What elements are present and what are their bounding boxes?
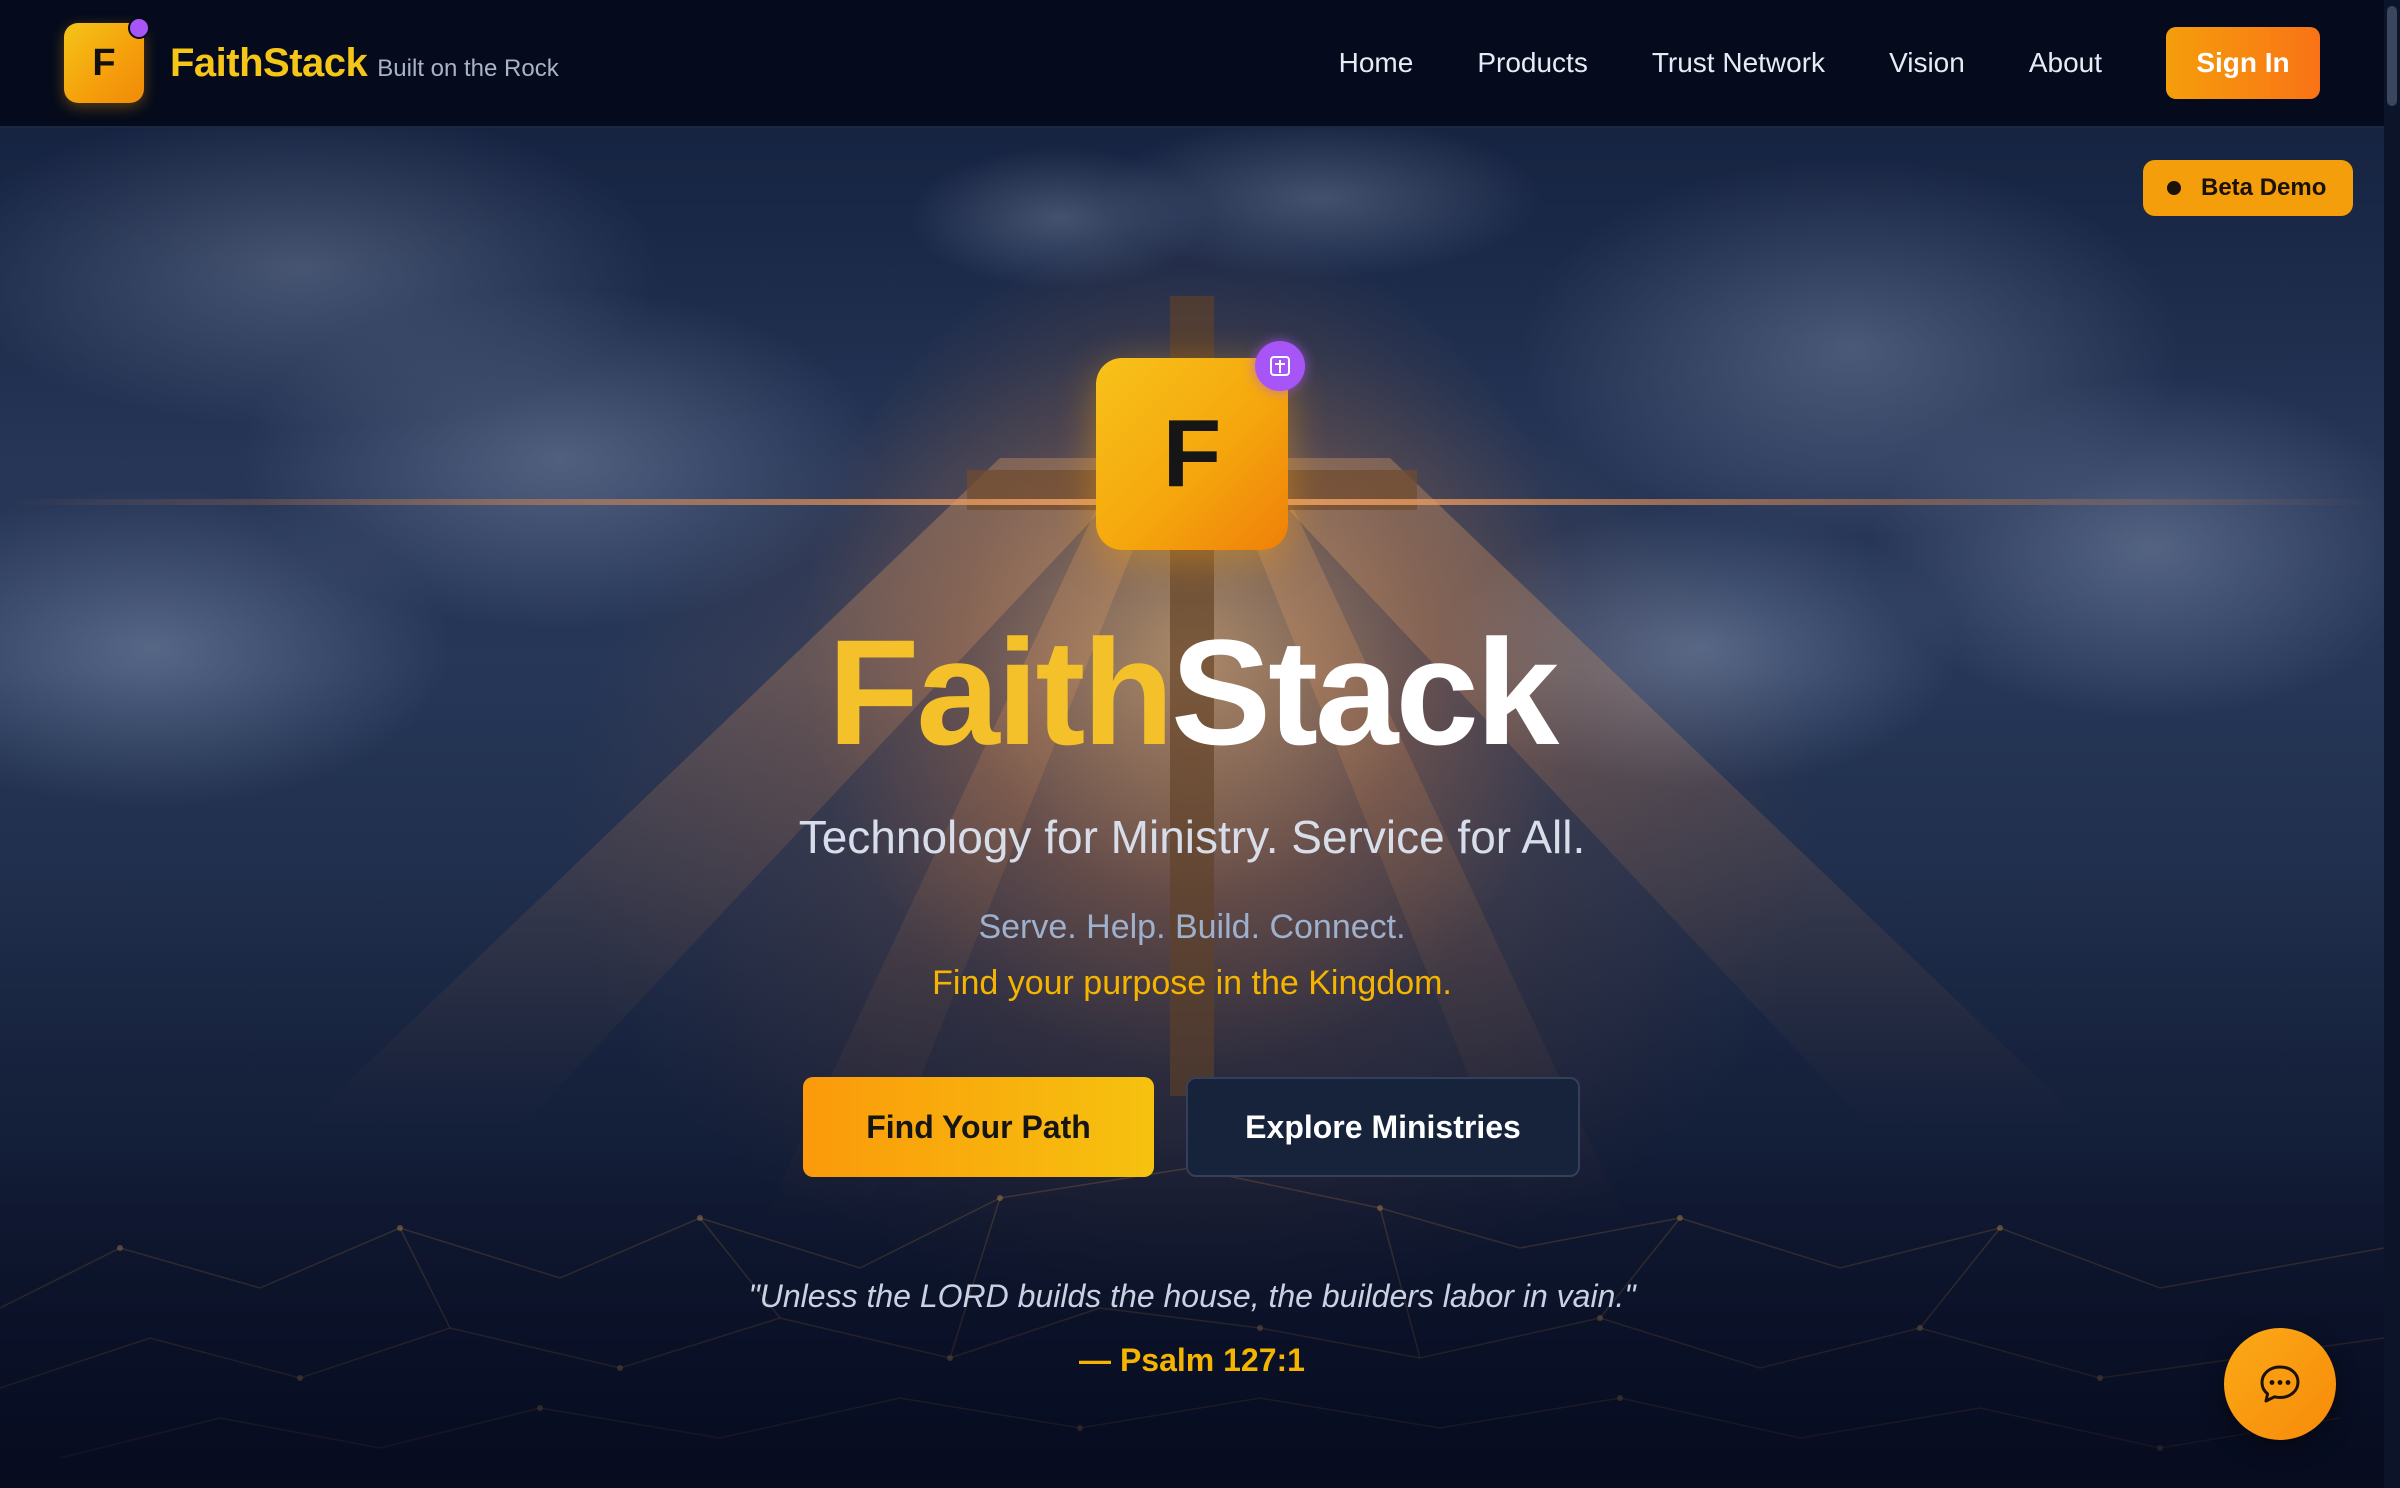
badge-dot-icon [2167, 181, 2181, 195]
cross-icon [1255, 341, 1305, 391]
chat-button[interactable] [2224, 1328, 2336, 1440]
beta-demo-label: Beta Demo [2201, 174, 2327, 201]
logo-icon[interactable]: F [64, 17, 150, 103]
cross-glyph [1270, 356, 1290, 376]
hero-title-faith: Faith [827, 608, 1174, 776]
hero-title: FaithStack [0, 612, 2384, 772]
page: F FaithStack Built on the Rock Home Prod… [0, 0, 2400, 1488]
logo-status-dot [128, 17, 150, 39]
hero-tagline-verbs: Serve. Help. Build. Connect. [978, 908, 1406, 946]
logo-letter: F [92, 41, 116, 84]
explore-ministries-button[interactable]: Explore Ministries [1186, 1077, 1580, 1177]
scrollbar-thumb[interactable] [2387, 6, 2397, 106]
hero-logo-icon: F [1096, 358, 1288, 550]
hero-logo-letter: F [1162, 400, 1222, 507]
chat-bubble-icon [2260, 1365, 2300, 1403]
hero-subtitle: Technology for Ministry. Service for All… [798, 811, 1586, 863]
hero-title-stack: Stack [1171, 608, 1559, 776]
site-header: F FaithStack Built on the Rock Home Prod… [0, 0, 2384, 128]
nav-home[interactable]: Home [1339, 47, 1414, 79]
scripture-reference: — Psalm 127:1 [1079, 1342, 1305, 1378]
find-your-path-button[interactable]: Find Your Path [803, 1077, 1154, 1177]
nav-about[interactable]: About [2029, 47, 2102, 79]
sign-in-button[interactable]: Sign In [2166, 27, 2320, 99]
nav-vision[interactable]: Vision [1889, 47, 1965, 79]
brand-name: FaithStack [170, 40, 368, 85]
beta-demo-badge: Beta Demo [2143, 160, 2353, 216]
nav-products[interactable]: Products [1477, 47, 1588, 79]
main-nav: Home Products Trust Network Vision About… [1339, 27, 2320, 99]
brand-tagline: Built on the Rock [377, 54, 559, 82]
scrollbar[interactable] [2384, 0, 2400, 1488]
brand[interactable]: FaithStack Built on the Rock [170, 41, 559, 86]
hero-tagline-purpose: Find your purpose in the Kingdom. [932, 964, 1452, 1002]
scripture-quote: "Unless the LORD builds the house, the b… [748, 1278, 1636, 1314]
nav-trust-network[interactable]: Trust Network [1652, 47, 1825, 79]
